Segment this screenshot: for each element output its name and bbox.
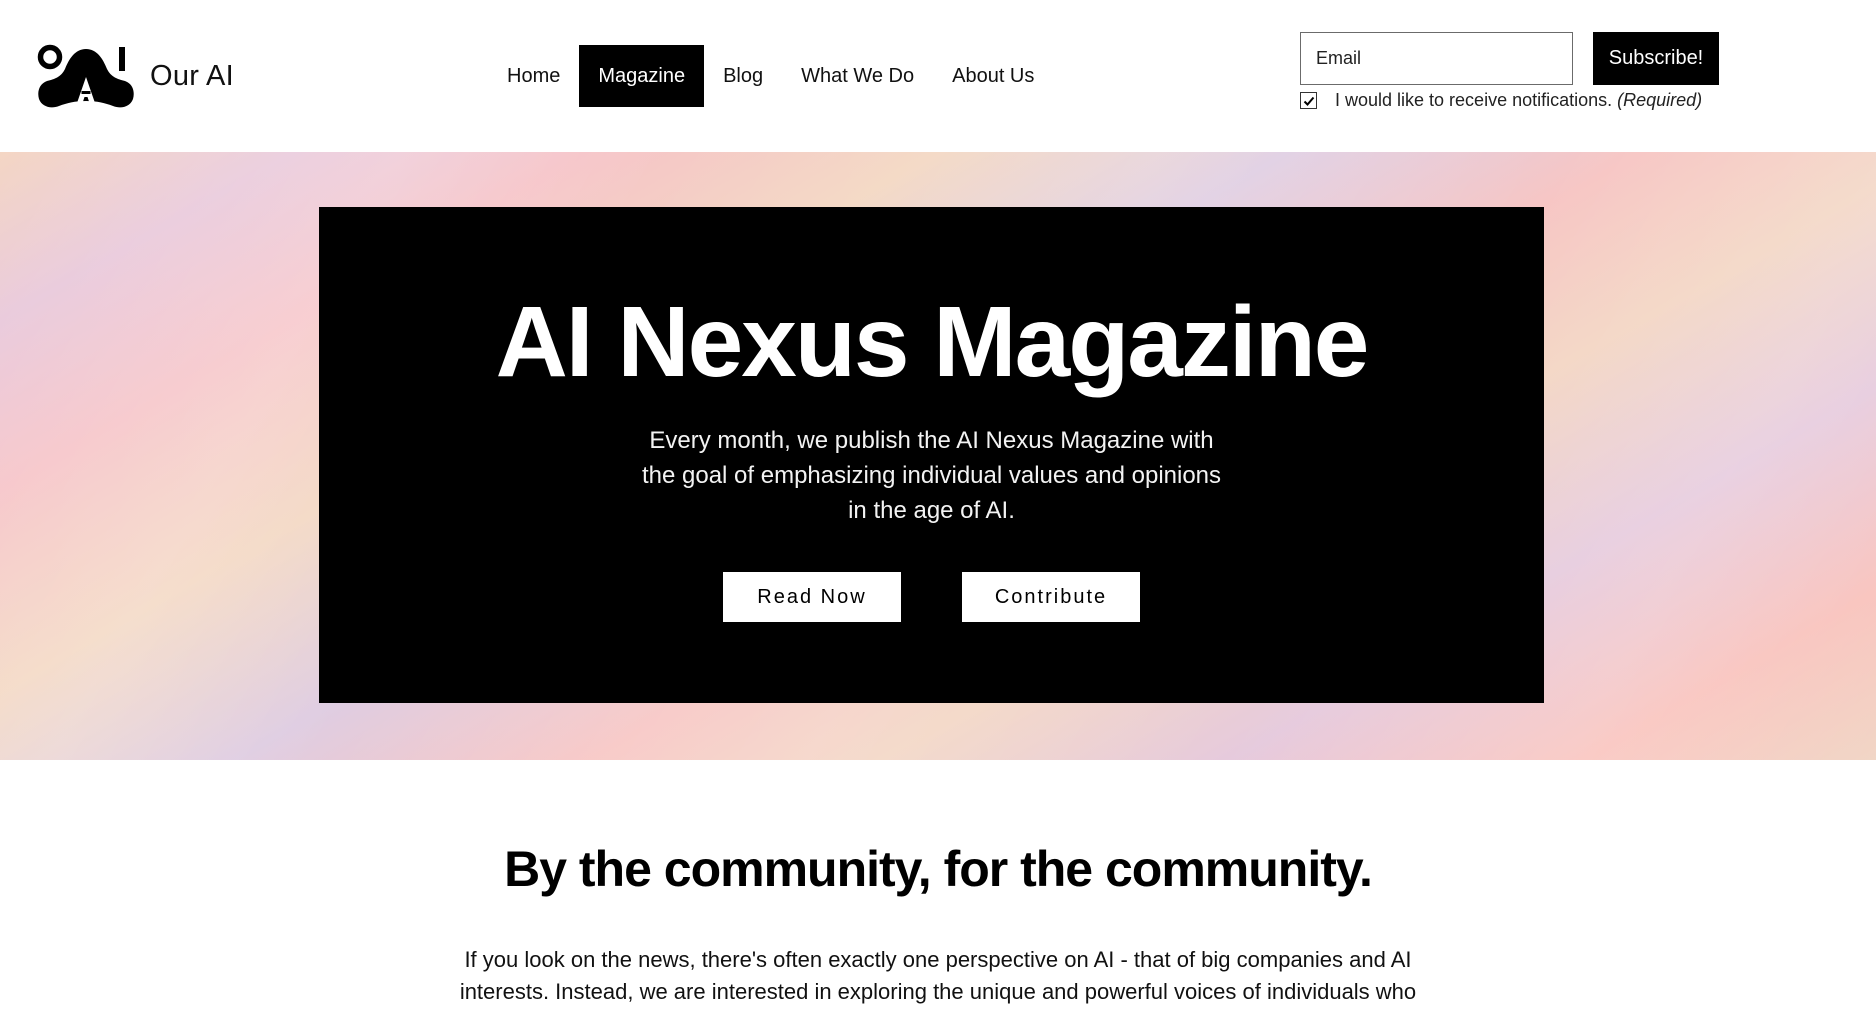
checkmark-icon bbox=[1303, 96, 1314, 106]
read-now-button[interactable]: Read Now bbox=[723, 572, 901, 622]
community-text: If you look on the news, there's often e… bbox=[459, 947, 1417, 1004]
nav-item-magazine[interactable]: Magazine bbox=[579, 45, 705, 107]
nav-item-home[interactable]: Home bbox=[488, 45, 579, 107]
required-label: (Required) bbox=[1617, 90, 1703, 110]
email-input[interactable] bbox=[1300, 32, 1573, 85]
subscribe-button[interactable]: Subscribe! bbox=[1593, 32, 1719, 85]
brand-logo-link[interactable]: Our AI bbox=[37, 43, 234, 109]
nav-item-what-we-do[interactable]: What We Do bbox=[782, 45, 933, 107]
hero-buttons: Read Now Contribute bbox=[319, 572, 1544, 622]
notification-label: I would like to receive notifications. bbox=[1335, 90, 1613, 110]
nav-item-about-us[interactable]: About Us bbox=[933, 45, 1053, 107]
nav-item-blog[interactable]: Blog bbox=[704, 45, 782, 107]
notification-consent: I would like to receive notifications. (… bbox=[1300, 90, 1702, 111]
notification-checkbox[interactable] bbox=[1300, 92, 1317, 109]
main-navigation: Home Magazine Blog What We Do About Us bbox=[488, 45, 1053, 107]
hero-description: Every month, we publish the AI Nexus Mag… bbox=[641, 427, 1222, 524]
brand-name: Our AI bbox=[150, 59, 234, 92]
contribute-button[interactable]: Contribute bbox=[962, 572, 1140, 622]
site-header: Our AI Home Magazine Blog What We Do Abo… bbox=[0, 0, 1876, 152]
community-title: By the community, for the community. bbox=[504, 841, 1373, 897]
hero-section: AI Nexus Magazine Every month, we publis… bbox=[0, 152, 1876, 760]
oai-logo-icon bbox=[37, 44, 134, 108]
hero-card: AI Nexus Magazine Every month, we publis… bbox=[319, 207, 1544, 703]
hero-title: AI Nexus Magazine bbox=[495, 286, 1370, 398]
